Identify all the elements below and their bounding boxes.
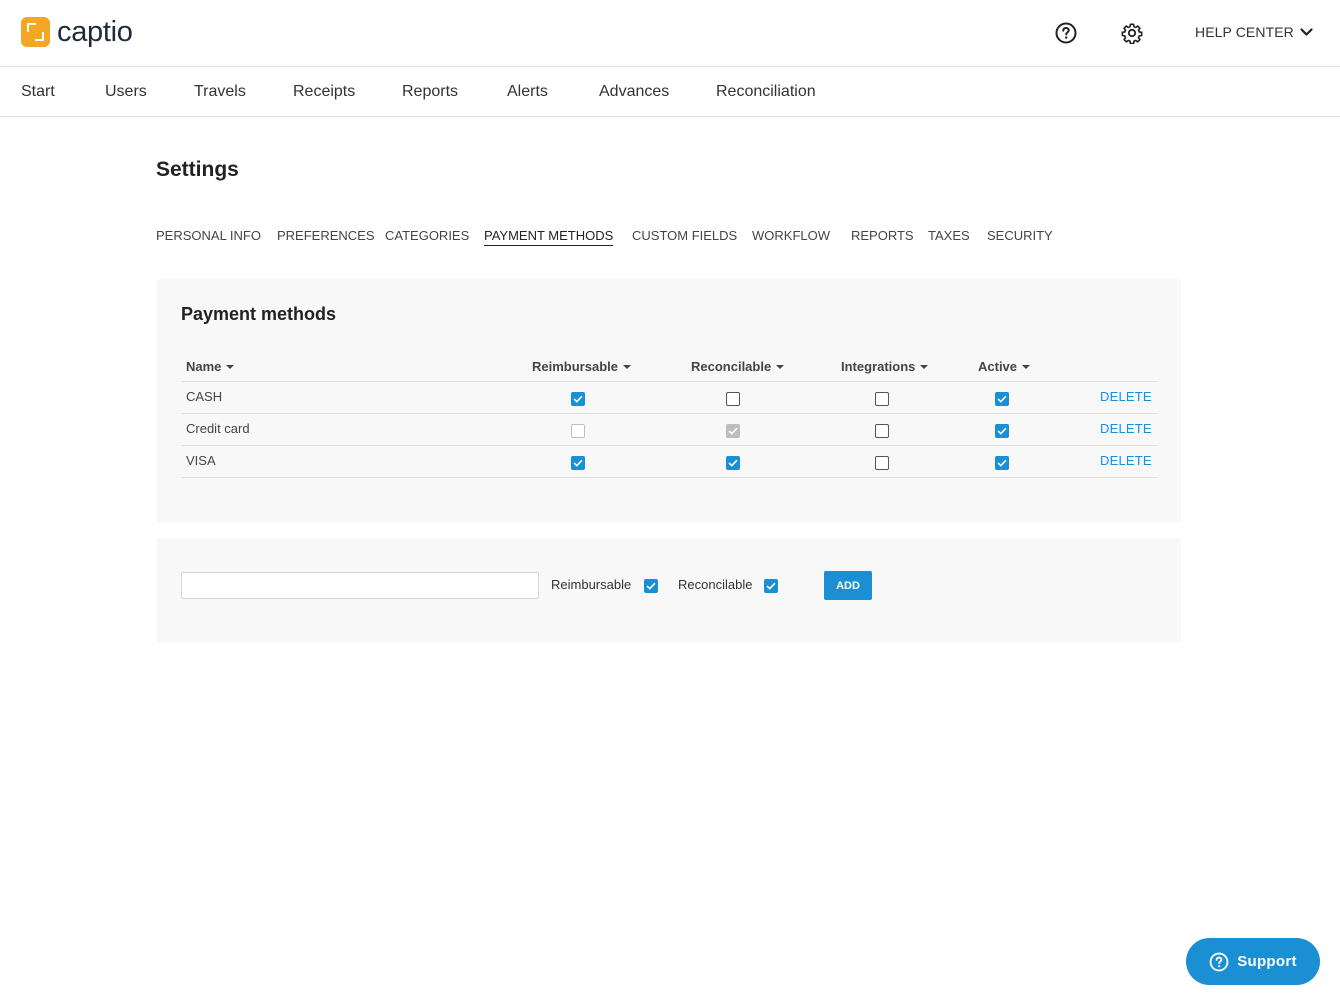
tab-security[interactable]: SECURITY	[987, 228, 1053, 243]
sort-caret-icon	[1022, 364, 1031, 369]
column-header-label: Name	[186, 359, 222, 374]
integrations-checkbox[interactable]	[875, 456, 889, 470]
logo-text: captio	[57, 16, 133, 48]
tab-workflow[interactable]: WORKFLOW	[752, 228, 830, 243]
column-header-integrations[interactable]: Integrations	[841, 359, 929, 374]
payment-method-name: VISA	[186, 453, 216, 468]
nav-item-receipts[interactable]: Receipts	[293, 83, 355, 101]
payment-method-name: Credit card	[186, 421, 250, 436]
add-payment-method-panel: Reimbursable Reconcilable ADD	[157, 538, 1181, 642]
panel-title: Payment methods	[181, 304, 337, 324]
column-header-label: Integrations	[841, 359, 916, 374]
nav-item-travels[interactable]: Travels	[194, 83, 246, 101]
gear-icon[interactable]	[1120, 21, 1144, 45]
table-row: VISA DELETE	[181, 446, 1157, 478]
table-row: CASH DELETE	[181, 382, 1157, 414]
add-reconcilable-checkbox[interactable]	[764, 579, 778, 593]
tab-custom-fields[interactable]: CUSTOM FIELDS	[632, 228, 737, 243]
question-circle-icon[interactable]	[1054, 21, 1078, 45]
tab-preferences[interactable]: PREFERENCES	[277, 228, 375, 243]
integrations-checkbox[interactable]	[875, 424, 889, 438]
top-header: captio HELP CENTER	[0, 0, 1340, 67]
support-label: Support	[1237, 953, 1297, 970]
reconcilable-checkbox[interactable]	[726, 392, 740, 406]
page-title: Settings	[156, 158, 239, 181]
nav-item-users[interactable]: Users	[105, 83, 147, 101]
nav-item-start[interactable]: Start	[21, 83, 55, 101]
main-nav: Start Users Travels Receipts Reports Ale…	[0, 67, 1340, 117]
tab-reports[interactable]: REPORTS	[851, 228, 914, 243]
support-button[interactable]: Support	[1186, 938, 1320, 985]
add-reconcilable-label: Reconcilable	[678, 577, 753, 592]
nav-item-advances[interactable]: Advances	[599, 83, 669, 101]
reconcilable-checkbox	[726, 424, 740, 438]
delete-link[interactable]: DELETE	[1100, 421, 1152, 436]
chevron-down-icon	[1300, 27, 1313, 37]
tab-personal-info[interactable]: PERSONAL INFO	[156, 228, 261, 243]
reimbursable-checkbox[interactable]	[571, 392, 585, 406]
add-button[interactable]: ADD	[824, 571, 872, 600]
help-center-label: HELP CENTER	[1195, 24, 1294, 40]
payment-methods-panel: Payment methods Name Reimbursable Reconc…	[157, 279, 1181, 522]
table-row: Credit card DELETE	[181, 414, 1157, 446]
tab-categories[interactable]: CATEGORIES	[385, 228, 469, 243]
sort-caret-icon	[226, 364, 235, 369]
column-header-label: Reimbursable	[532, 359, 618, 374]
nav-item-alerts[interactable]: Alerts	[507, 83, 548, 101]
question-circle-icon	[1209, 952, 1229, 972]
integrations-checkbox[interactable]	[875, 392, 889, 406]
reimbursable-checkbox[interactable]	[571, 456, 585, 470]
captio-logo-icon	[21, 17, 50, 47]
payment-method-name-input[interactable]	[181, 572, 539, 599]
captio-logo[interactable]: captio	[21, 17, 133, 47]
reconcilable-checkbox[interactable]	[726, 456, 740, 470]
sort-caret-icon	[622, 364, 631, 369]
add-reimbursable-checkbox[interactable]	[644, 579, 658, 593]
payment-method-name: CASH	[186, 389, 223, 404]
active-checkbox[interactable]	[995, 424, 1009, 438]
tab-taxes[interactable]: TAXES	[928, 228, 970, 243]
column-header-reconcilable[interactable]: Reconcilable	[691, 359, 785, 374]
nav-item-reports[interactable]: Reports	[402, 83, 458, 101]
tab-payment-methods[interactable]: PAYMENT METHODS	[484, 228, 614, 246]
active-checkbox[interactable]	[995, 456, 1009, 470]
active-checkbox[interactable]	[995, 392, 1009, 406]
column-header-name[interactable]: Name	[186, 359, 235, 374]
column-header-reimbursable[interactable]: Reimbursable	[532, 359, 631, 374]
delete-link[interactable]: DELETE	[1100, 389, 1152, 404]
add-reimbursable-label: Reimbursable	[551, 577, 632, 592]
column-header-label: Reconcilable	[691, 359, 772, 374]
column-header-label: Active	[978, 359, 1018, 374]
sort-caret-icon	[920, 364, 929, 369]
delete-link[interactable]: DELETE	[1100, 453, 1152, 468]
column-header-active[interactable]: Active	[978, 359, 1031, 374]
sort-caret-icon	[776, 364, 785, 369]
help-center-menu[interactable]: HELP CENTER	[1195, 24, 1313, 40]
nav-item-reconciliation[interactable]: Reconciliation	[716, 83, 816, 101]
reimbursable-checkbox	[571, 424, 585, 438]
